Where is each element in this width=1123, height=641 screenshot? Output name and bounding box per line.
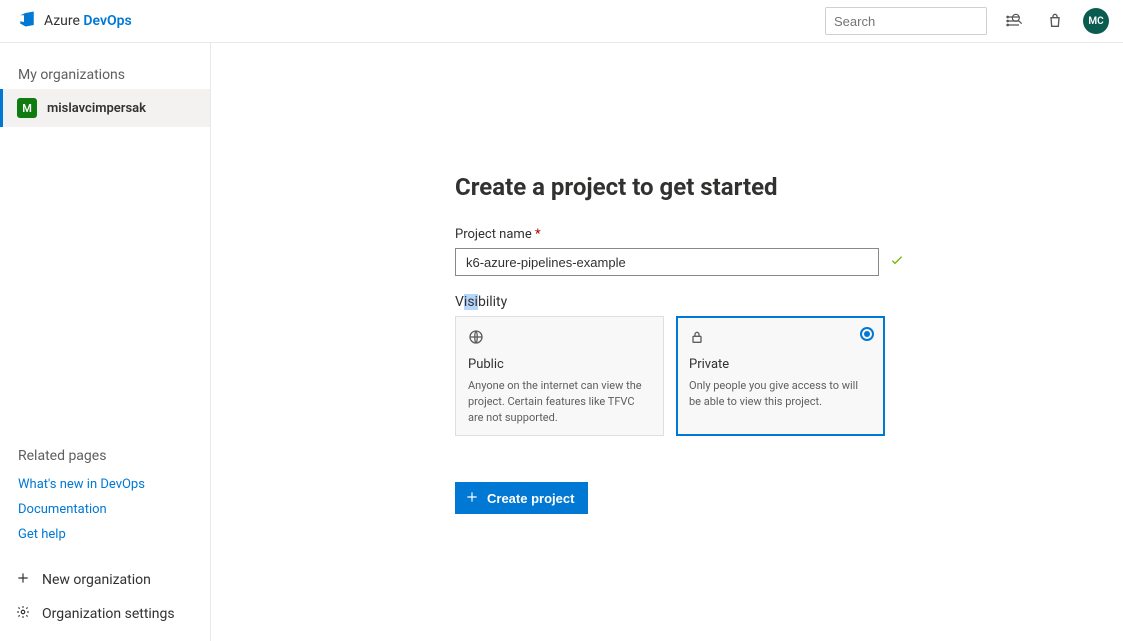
- visibility-private-desc: Only people you give access to will be a…: [689, 378, 872, 410]
- project-name-label: Project name *: [455, 227, 1083, 242]
- org-avatar: M: [17, 98, 37, 118]
- org-settings-label: Organization settings: [42, 606, 175, 622]
- create-project-label: Create project: [487, 491, 574, 506]
- visibility-option-private[interactable]: Private Only people you give access to w…: [676, 316, 885, 436]
- link-documentation[interactable]: Documentation: [0, 499, 210, 520]
- page-title: Create a project to get started: [455, 173, 1083, 201]
- lock-icon: [689, 329, 872, 349]
- new-organization-button[interactable]: New organization: [0, 563, 210, 597]
- search-box[interactable]: [825, 7, 987, 35]
- azure-devops-logo-icon: [18, 10, 36, 32]
- link-whats-new[interactable]: What's new in DevOps: [0, 474, 210, 495]
- brand[interactable]: Azure DevOps: [18, 10, 132, 32]
- shopping-bag-icon[interactable]: [1039, 5, 1071, 37]
- header: Azure DevOps MC: [0, 0, 1123, 43]
- sidebar-org-item[interactable]: M mislavcimpersak: [0, 89, 210, 127]
- search-input[interactable]: [834, 14, 1010, 29]
- my-orgs-label: My organizations: [0, 43, 210, 89]
- visibility-public-desc: Anyone on the internet can view the proj…: [468, 378, 651, 426]
- plus-icon: [465, 490, 479, 507]
- brand-text: Azure DevOps: [44, 13, 132, 29]
- related-pages-label: Related pages: [0, 448, 210, 474]
- org-name: mislavcimpersak: [47, 101, 146, 116]
- gear-icon: [16, 605, 30, 623]
- new-org-label: New organization: [42, 572, 151, 588]
- radio-selected-icon: [860, 327, 874, 341]
- project-name-input[interactable]: [455, 248, 879, 276]
- create-project-button[interactable]: Create project: [455, 482, 588, 514]
- visibility-private-title: Private: [689, 357, 872, 372]
- organization-settings-button[interactable]: Organization settings: [0, 597, 210, 631]
- visibility-public-title: Public: [468, 357, 651, 372]
- globe-icon: [468, 329, 651, 349]
- check-icon: [889, 252, 905, 272]
- main: Create a project to get started Project …: [211, 43, 1123, 641]
- visibility-option-public[interactable]: Public Anyone on the internet can view t…: [455, 316, 664, 436]
- visibility-label: Visibility: [455, 294, 1083, 310]
- settings-line-icon[interactable]: [997, 5, 1029, 37]
- sidebar: My organizations M mislavcimpersak Relat…: [0, 43, 211, 641]
- plus-icon: [16, 571, 30, 589]
- avatar[interactable]: MC: [1083, 8, 1109, 34]
- link-get-help[interactable]: Get help: [0, 524, 210, 545]
